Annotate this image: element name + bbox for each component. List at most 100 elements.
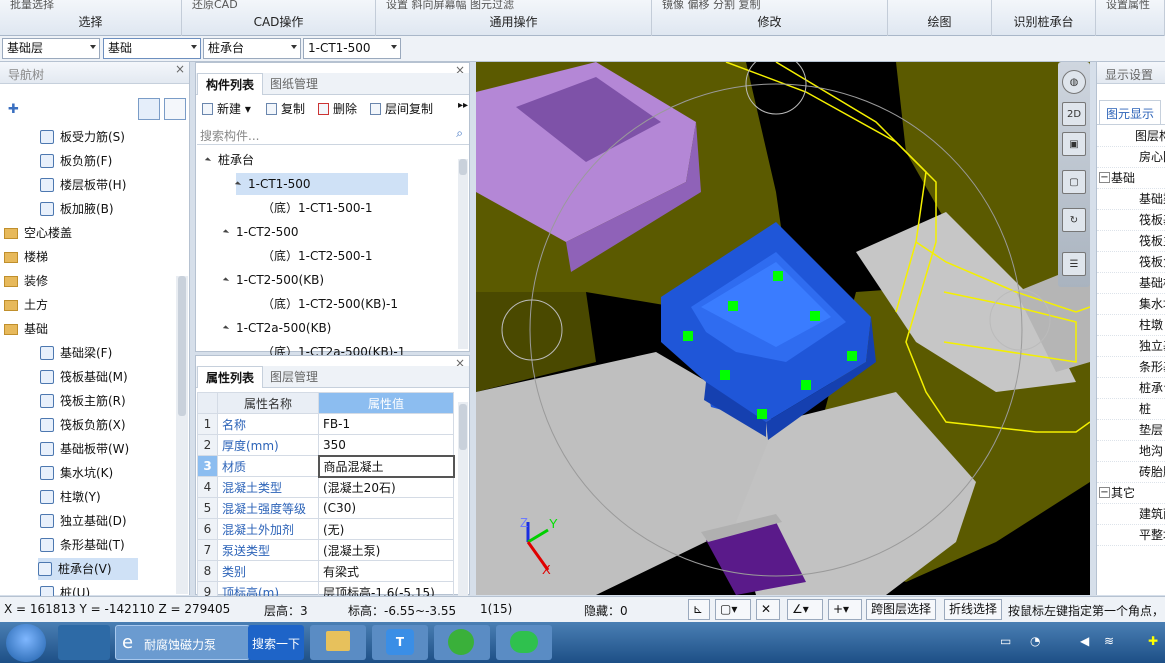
delete-button[interactable]: 删除	[318, 100, 357, 117]
network-icon[interactable]: ≋	[1104, 634, 1114, 648]
property-row[interactable]: 4 混凝土类型 (混凝土20石)	[197, 476, 454, 498]
cube-front-icon[interactable]: ▣	[1062, 132, 1086, 156]
property-scrollbar[interactable]	[458, 402, 468, 596]
display-setting-row[interactable]: 筏板主	[1097, 231, 1165, 252]
property-row[interactable]: 7 泵送类型 (混凝土泵)	[197, 539, 454, 561]
type-select[interactable]: 桩承台	[203, 38, 301, 59]
display-setting-row[interactable]: 基础板	[1097, 273, 1165, 294]
floor-select[interactable]: 基础层	[2, 38, 100, 59]
nav-item[interactable]: 板加腋(B)	[40, 198, 114, 220]
ribbon-group-tools[interactable]: 设置 斜向屏幕幅 图元过滤	[386, 0, 514, 12]
ribbon-group-label[interactable]: 通用操作	[376, 13, 651, 30]
component-tree-node[interactable]: （底）1-CT2-500-1	[262, 245, 373, 267]
collapse-icon[interactable]: −	[1099, 487, 1110, 498]
display-setting-row[interactable]: 筏板负	[1097, 252, 1165, 273]
nav-scroll-thumb[interactable]	[178, 276, 186, 416]
display-setting-row[interactable]: 筏板基	[1097, 210, 1165, 231]
cancel-icon[interactable]: ✕	[756, 599, 780, 620]
collapse-icon[interactable]: −	[1099, 172, 1110, 183]
view-2d-button[interactable]: 2D	[1062, 102, 1086, 126]
display-setting-row[interactable]: 独立基	[1097, 336, 1165, 357]
expand-arrow-icon[interactable]	[222, 277, 230, 284]
floor-copy-button[interactable]: 层间复制	[370, 100, 433, 117]
property-row[interactable]: 8 类别 有梁式	[197, 560, 454, 582]
angle-icon[interactable]: ∠▾	[787, 599, 823, 620]
more-icon[interactable]: ▸▸	[458, 100, 468, 111]
property-row[interactable]: 1 名称 FB-1	[197, 413, 454, 435]
property-value[interactable]: (无)	[318, 518, 454, 540]
component-tree-node[interactable]: 1-CT1-500	[234, 173, 408, 195]
nav-item[interactable]: 空心楼盖	[4, 222, 72, 244]
component-tree-node[interactable]: 桩承台	[204, 149, 254, 171]
search-icon[interactable]: ⌕	[456, 126, 463, 141]
expand-arrow-icon[interactable]	[222, 229, 230, 236]
component-search-input[interactable]: 搜索构件... ⌕	[197, 125, 469, 145]
expand-arrow-icon[interactable]	[222, 325, 230, 332]
tab-layer-management[interactable]: 图层管理	[262, 366, 326, 388]
volume-icon[interactable]: ◀	[1080, 634, 1089, 648]
cross-layer-select-button[interactable]: 跨图层选择	[866, 599, 937, 620]
folder-task[interactable]	[310, 625, 366, 660]
display-setting-row[interactable]: 地沟	[1097, 441, 1165, 462]
t-app-task[interactable]: T	[372, 625, 428, 660]
component-select[interactable]: 1-CT1-500	[303, 38, 401, 59]
ribbon-group-label[interactable]: CAD操作	[182, 13, 375, 30]
tray-plus-icon[interactable]: ✚	[1148, 634, 1158, 648]
app-icon[interactable]	[58, 625, 110, 660]
3d-viewport[interactable]: Z Y X	[476, 62, 1090, 595]
3d-scene[interactable]: Z Y X	[476, 62, 1090, 595]
nav-item[interactable]: 筏板主筋(R)	[40, 390, 126, 412]
grid-view-icon[interactable]	[164, 98, 186, 120]
nav-item[interactable]: 基础板带(W)	[40, 438, 129, 460]
display-setting-row[interactable]: 房心回	[1097, 147, 1165, 168]
property-value[interactable]: (混凝土20石)	[318, 476, 454, 498]
nav-item[interactable]: 板受力筋(S)	[40, 126, 125, 148]
nav-item[interactable]: 集水坑(K)	[40, 462, 113, 484]
property-value[interactable]: (C30)	[318, 497, 454, 519]
display-setting-row[interactable]: 条形基	[1097, 357, 1165, 378]
wechat-task[interactable]	[496, 625, 552, 660]
start-button[interactable]	[6, 624, 46, 662]
ribbon-group-label[interactable]: 修改	[652, 13, 887, 30]
search-task[interactable]: 搜索一下	[248, 625, 304, 660]
property-row[interactable]: 6 混凝土外加剂 (无)	[197, 518, 454, 540]
add-icon[interactable]: ✚	[8, 102, 19, 117]
component-scroll-thumb[interactable]	[459, 159, 467, 175]
nav-item[interactable]: 楼层板带(H)	[40, 174, 126, 196]
ortho-icon[interactable]: ⊾	[688, 599, 710, 620]
expand-arrow-icon[interactable]	[204, 157, 212, 164]
refresh-app-task[interactable]	[434, 625, 490, 660]
rotate-icon[interactable]: ↻	[1062, 208, 1086, 232]
nav-item[interactable]: 基础梁(F)	[40, 342, 112, 364]
component-scrollbar[interactable]	[458, 159, 468, 349]
property-value[interactable]: 有梁式	[318, 560, 454, 582]
ribbon-group-tools[interactable]: 镜像 偏移 分割 复制	[662, 0, 761, 12]
ribbon-group-label[interactable]: 绘图	[888, 13, 991, 30]
display-setting-row[interactable]: 砖胎膜	[1097, 462, 1165, 483]
tab-property-list[interactable]: 属性列表	[197, 366, 264, 388]
display-setting-row[interactable]: 柱墩	[1097, 315, 1165, 336]
property-scroll-thumb[interactable]	[459, 404, 467, 450]
ribbon-group-tools[interactable]: 批量选择	[10, 0, 54, 12]
list-view-icon[interactable]	[138, 98, 160, 120]
nav-item[interactable]: 筏板基础(M)	[40, 366, 128, 388]
display-setting-row[interactable]: 建筑面	[1097, 504, 1165, 525]
nav-item[interactable]: 筏板负筋(X)	[40, 414, 126, 436]
component-tree-node[interactable]: 1-CT2a-500(KB)	[222, 317, 331, 339]
cube-icon[interactable]: ▢	[1062, 170, 1086, 194]
ribbon-group-tools[interactable]: 设置属性	[1106, 0, 1150, 12]
nav-item[interactable]: 板负筋(F)	[40, 150, 112, 172]
property-value[interactable]: (混凝土泵)	[318, 539, 454, 561]
nav-item[interactable]: 条形基础(T)	[40, 534, 125, 556]
nav-item[interactable]: 装修	[4, 270, 48, 292]
display-setting-row[interactable]: − 其它	[1097, 483, 1165, 504]
nav-item[interactable]: 独立基础(D)	[40, 510, 127, 532]
display-setting-row[interactable]: 桩	[1097, 399, 1165, 420]
ie-task[interactable]: e 耐腐蚀磁力泵	[115, 625, 250, 660]
nav-scrollbar[interactable]	[176, 276, 188, 594]
nav-item[interactable]: 柱墩(Y)	[40, 486, 101, 508]
property-value[interactable]: 商品混凝土	[317, 454, 455, 478]
snap-select-icon[interactable]: ▢▾	[715, 599, 751, 620]
component-tree-node[interactable]: 1-CT2-500	[222, 221, 299, 243]
ribbon-group-tools[interactable]: 还原CAD	[192, 0, 238, 12]
